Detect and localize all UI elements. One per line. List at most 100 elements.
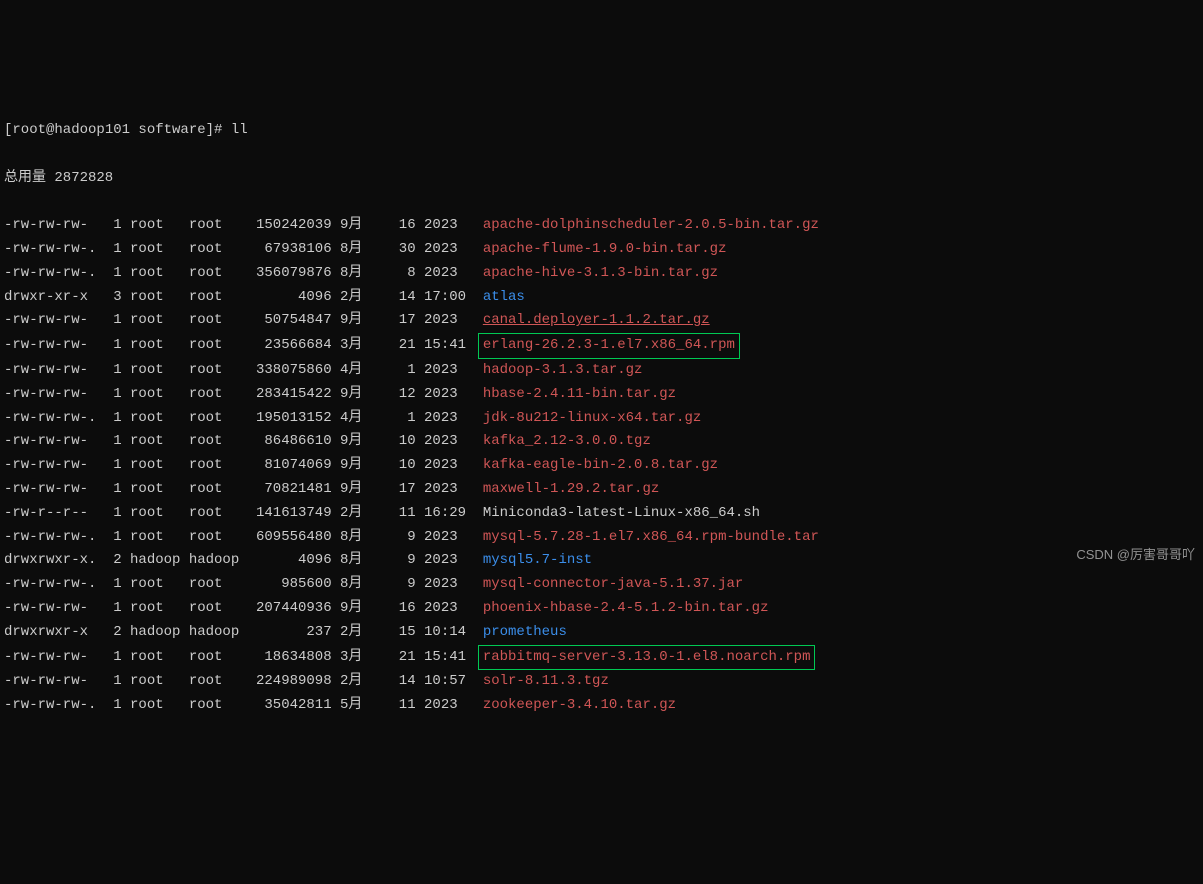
day: 9 (374, 526, 416, 550)
time: 10:57 (424, 670, 474, 694)
file-size: 224989098 (248, 670, 332, 694)
group: hadoop (189, 549, 248, 573)
file-name: apache-hive-3.1.3-bin.tar.gz (483, 262, 718, 286)
month: 8月 (340, 262, 374, 286)
file-size: 356079876 (248, 262, 332, 286)
file-size: 4096 (248, 286, 332, 310)
table-row: -rw-rw-rw- 1 rootroot86486610 9月10 2023 … (4, 430, 1199, 454)
file-name: maxwell-1.29.2.tar.gz (483, 478, 659, 502)
file-size: 4096 (248, 549, 332, 573)
file-name: solr-8.11.3.tgz (483, 670, 609, 694)
file-size: 81074069 (248, 454, 332, 478)
table-row: drwxrwxr-x. 2 hadoophadoop4096 8月9 2023 … (4, 549, 1199, 573)
link-count: 3 (105, 286, 122, 310)
day: 8 (374, 262, 416, 286)
group: root (189, 286, 248, 310)
time: 10:14 (424, 621, 474, 645)
perms: drwxr-xr-x (4, 286, 96, 310)
file-size: 283415422 (248, 383, 332, 407)
month: 9月 (340, 383, 374, 407)
group: root (189, 694, 248, 718)
day: 10 (374, 454, 416, 478)
perms: -rw-rw-rw- (4, 383, 96, 407)
link-count: 1 (105, 383, 122, 407)
file-size: 86486610 (248, 430, 332, 454)
group: root (189, 526, 248, 550)
month: 2月 (340, 621, 374, 645)
perms: -rw-rw-rw- (4, 334, 96, 358)
file-size: 50754847 (248, 309, 332, 333)
perms: -rw-rw-rw-. (4, 262, 96, 286)
owner: root (130, 214, 189, 238)
table-row: drwxr-xr-x 3 rootroot4096 2月14 17:00 atl… (4, 286, 1199, 310)
table-row: -rw-rw-rw-. 1 rootroot35042811 5月11 2023… (4, 694, 1199, 718)
day: 11 (374, 694, 416, 718)
time: 17:00 (424, 286, 474, 310)
month: 9月 (340, 478, 374, 502)
month: 4月 (340, 359, 374, 383)
file-name: hbase-2.4.11-bin.tar.gz (483, 383, 676, 407)
link-count: 1 (105, 359, 122, 383)
owner: root (130, 286, 189, 310)
link-count: 1 (105, 334, 122, 358)
perms: -rw-rw-rw-. (4, 407, 96, 431)
table-row: -rw-rw-rw- 1 rootroot18634808 3月21 15:41… (4, 645, 1199, 671)
day: 30 (374, 238, 416, 262)
terminal-output[interactable]: [root@hadoop101 software]# ll 总用量 287282… (4, 95, 1199, 742)
day: 15 (374, 621, 416, 645)
group: root (189, 430, 248, 454)
group: root (189, 309, 248, 333)
table-row: -rw-rw-rw- 1 rootroot207440936 9月16 2023… (4, 597, 1199, 621)
time: 2023 (424, 549, 474, 573)
month: 3月 (340, 646, 374, 670)
month: 9月 (340, 214, 374, 238)
file-size: 195013152 (248, 407, 332, 431)
table-row: -rw-rw-rw-. 1 rootroot195013152 4月1 2023… (4, 407, 1199, 431)
file-name: erlang-26.2.3-1.el7.x86_64.rpm (478, 333, 740, 359)
perms: -rw-rw-rw- (4, 214, 96, 238)
month: 4月 (340, 407, 374, 431)
file-size: 70821481 (248, 478, 332, 502)
link-count: 1 (105, 478, 122, 502)
owner: root (130, 238, 189, 262)
link-count: 2 (105, 621, 122, 645)
time: 2023 (424, 383, 474, 407)
month: 8月 (340, 549, 374, 573)
owner: root (130, 407, 189, 431)
link-count: 1 (105, 454, 122, 478)
file-name: atlas (483, 286, 525, 310)
total-line: 总用量 2872828 (4, 167, 1199, 191)
time: 2023 (424, 478, 474, 502)
group: root (189, 597, 248, 621)
time: 15:41 (424, 646, 474, 670)
owner: root (130, 454, 189, 478)
time: 15:41 (424, 334, 474, 358)
day: 17 (374, 309, 416, 333)
time: 2023 (424, 430, 474, 454)
month: 8月 (340, 238, 374, 262)
table-row: drwxrwxr-x 2 hadoophadoop237 2月15 10:14 … (4, 621, 1199, 645)
table-row: -rw-rw-rw- 1 rootroot150242039 9月16 2023… (4, 214, 1199, 238)
time: 2023 (424, 309, 474, 333)
link-count: 1 (105, 646, 122, 670)
month: 2月 (340, 502, 374, 526)
time: 2023 (424, 359, 474, 383)
table-row: -rw-rw-rw- 1 rootroot23566684 3月21 15:41… (4, 333, 1199, 359)
group: root (189, 334, 248, 358)
file-name: kafka-eagle-bin-2.0.8.tar.gz (483, 454, 718, 478)
group: root (189, 214, 248, 238)
file-size: 67938106 (248, 238, 332, 262)
month: 3月 (340, 334, 374, 358)
group: root (189, 238, 248, 262)
table-row: -rw-rw-rw- 1 rootroot224989098 2月14 10:5… (4, 670, 1199, 694)
perms: -rw-rw-rw-. (4, 526, 96, 550)
owner: root (130, 573, 189, 597)
perms: -rw-rw-rw- (4, 478, 96, 502)
file-name: kafka_2.12-3.0.0.tgz (483, 430, 651, 454)
day: 21 (374, 334, 416, 358)
owner: root (130, 262, 189, 286)
time: 2023 (424, 262, 474, 286)
day: 16 (374, 214, 416, 238)
link-count: 1 (105, 670, 122, 694)
file-size: 18634808 (248, 646, 332, 670)
